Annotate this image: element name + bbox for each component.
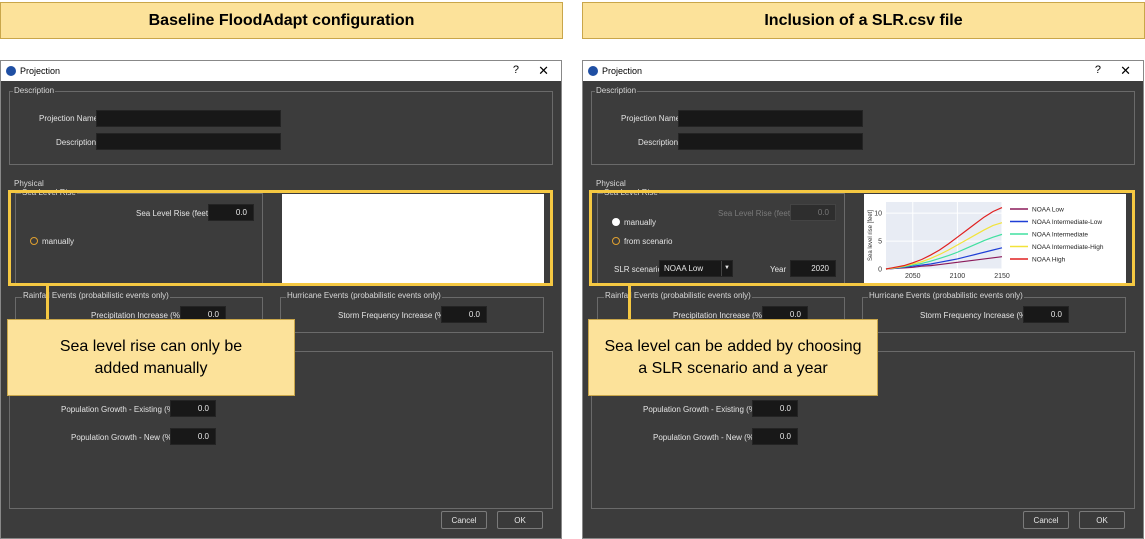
ok-button[interactable]: OK bbox=[497, 511, 543, 529]
pop-existing-input[interactable]: 0.0 bbox=[752, 400, 798, 417]
app-icon bbox=[588, 66, 598, 76]
hurricane-group-title: Hurricane Events (probabilistic events o… bbox=[286, 291, 442, 300]
pop-new-input[interactable]: 0.0 bbox=[752, 428, 798, 445]
ok-button[interactable]: OK bbox=[1079, 511, 1125, 529]
description-group-title: Description bbox=[595, 86, 638, 95]
rainfall-group-title: Rainfall Events (probabilistic events on… bbox=[22, 291, 170, 300]
dialog-title: Projection bbox=[20, 66, 61, 76]
storm-label: Storm Frequency Increase (%) bbox=[920, 311, 1029, 320]
cancel-button[interactable]: Cancel bbox=[441, 511, 487, 529]
projection-name-input[interactable] bbox=[96, 110, 281, 127]
physical-group-title: Physical bbox=[13, 179, 45, 188]
callout-stem-left bbox=[46, 286, 49, 320]
description-input[interactable] bbox=[678, 133, 863, 150]
description-label: Description bbox=[638, 138, 679, 147]
description-group bbox=[591, 91, 1135, 165]
header-left: Baseline FloodAdapt configuration bbox=[0, 2, 563, 39]
projection-name-label: Projection Name bbox=[621, 114, 681, 123]
description-label: Description bbox=[56, 138, 97, 147]
pop-new-label: Population Growth - New (%) bbox=[653, 433, 757, 442]
pop-new-label: Population Growth - New (%) bbox=[71, 433, 175, 442]
physical-group-title: Physical bbox=[595, 179, 627, 188]
close-icon[interactable]: ✕ bbox=[538, 63, 549, 79]
pop-existing-label: Population Growth - Existing (%) bbox=[61, 405, 177, 414]
description-group bbox=[9, 91, 553, 165]
rainfall-group-title: Rainfall Events (probabilistic events on… bbox=[604, 291, 752, 300]
callout-right: Sea level can be added by choosing a SLR… bbox=[588, 319, 878, 396]
projection-dialog-slr-csv: Projection ? ✕ Description Projection Na… bbox=[582, 60, 1144, 539]
projection-name-input[interactable] bbox=[678, 110, 863, 127]
dialog-titlebar: Projection ? ✕ bbox=[583, 61, 1143, 81]
header-right: Inclusion of a SLR.csv file bbox=[582, 2, 1145, 39]
dialog-titlebar: Projection ? ✕ bbox=[1, 61, 561, 81]
pop-existing-input[interactable]: 0.0 bbox=[170, 400, 216, 417]
description-group-title: Description bbox=[13, 86, 56, 95]
callout-stem-right bbox=[628, 286, 631, 320]
cancel-button[interactable]: Cancel bbox=[1023, 511, 1069, 529]
close-icon[interactable]: ✕ bbox=[1120, 63, 1131, 79]
projection-dialog-baseline: Projection ? ✕ Description Projection Na… bbox=[0, 60, 562, 539]
slr-highlight-right bbox=[589, 190, 1135, 286]
hurricane-group-title: Hurricane Events (probabilistic events o… bbox=[868, 291, 1024, 300]
help-button[interactable]: ? bbox=[513, 64, 519, 76]
storm-label: Storm Frequency Increase (%) bbox=[338, 311, 447, 320]
help-button[interactable]: ? bbox=[1095, 64, 1101, 76]
slr-highlight-left bbox=[8, 190, 553, 286]
pop-existing-label: Population Growth - Existing (%) bbox=[643, 405, 759, 414]
callout-left: Sea level rise can only be added manuall… bbox=[7, 319, 295, 396]
dialog-title: Projection bbox=[602, 66, 643, 76]
description-input[interactable] bbox=[96, 133, 281, 150]
projection-name-label: Projection Name bbox=[39, 114, 99, 123]
storm-input[interactable]: 0.0 bbox=[441, 306, 487, 323]
storm-input[interactable]: 0.0 bbox=[1023, 306, 1069, 323]
pop-new-input[interactable]: 0.0 bbox=[170, 428, 216, 445]
app-icon bbox=[6, 66, 16, 76]
